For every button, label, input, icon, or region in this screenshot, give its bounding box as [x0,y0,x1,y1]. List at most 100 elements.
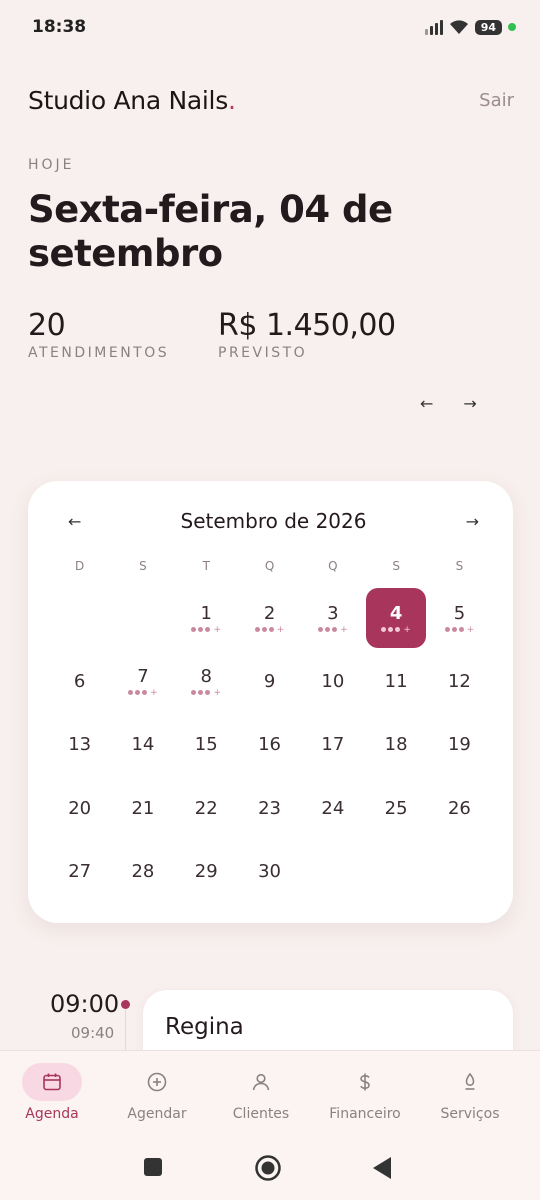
signal-icon [424,19,443,35]
calendar-day[interactable]: 12 [428,650,491,713]
appointment-dots: + [381,624,411,635]
calendar-day[interactable]: 30 [238,840,301,903]
previous-month-button[interactable]: ← [68,512,81,531]
calendar-day[interactable]: 6 [48,650,111,713]
calendar-day-number: 20 [68,797,92,819]
nav-item-agenda[interactable]: Agenda [0,1063,106,1122]
weekday-label: S [455,559,464,573]
dollar-icon [335,1063,395,1101]
calendar-day-number: 23 [258,797,281,819]
previous-day-button[interactable]: ← [420,394,433,413]
calendar-day-number: 19 [447,734,471,756]
appointment-dot [254,627,260,633]
calendar-day[interactable]: 13 [48,714,111,777]
more-appointments-marker: + [340,624,348,635]
calendar-day-selected[interactable]: 4 + [364,587,427,650]
calendar-day[interactable]: 18 [364,714,427,777]
appointment-dots: + [128,688,158,697]
calendar-day-number: 7 [137,665,149,687]
calendar-day[interactable]: 25 [364,777,427,840]
calendar-day[interactable]: 20 [48,777,111,840]
next-month-button[interactable]: → [466,512,479,531]
calendar-day-number: 17 [321,734,345,756]
appointment-dot [268,627,274,633]
calendar-day[interactable]: 2 + [238,587,301,650]
system-navigation-bar [0,1135,540,1200]
appointment-dot [381,627,387,633]
appointment-dot [451,627,457,633]
calendar-day-number: 9 [263,670,276,692]
nav-item-agendar[interactable]: Agendar [103,1063,211,1122]
calendar-header: ← Setembro de 2026 → [28,509,513,533]
calendar-day-number: 25 [384,797,408,819]
calendar-day-number: 30 [258,860,281,882]
calendar-day[interactable]: 10 [301,650,364,713]
next-day-button[interactable]: → [463,394,476,413]
app-header: Studio Ana Nails. Sair [28,86,514,115]
calendar-day[interactable]: 14 [111,714,174,777]
appointment-dots: + [191,688,221,697]
calendar-day[interactable]: 9 [238,650,301,713]
calendar-day[interactable]: 24 [301,777,364,840]
calendar-day[interactable]: 17 [301,714,364,777]
weekday-label: D [75,559,85,573]
calendar-day-number: 5 [453,602,466,624]
recents-button-icon[interactable] [143,1157,163,1177]
drop-icon [440,1063,500,1101]
appointment-dot [388,627,394,633]
timeline-dot [121,1000,130,1009]
appointment-dot [191,627,197,633]
calendar-day[interactable]: 19 [428,714,491,777]
appointment-dot [205,627,211,633]
nav-label-agendar: Agendar [127,1106,187,1122]
person-icon [231,1063,291,1101]
calendar-day[interactable]: 26 [428,777,491,840]
calendar-day[interactable]: 29 [175,840,238,903]
nav-label-clientes: Clientes [232,1106,290,1122]
calendar-day[interactable]: 21 [111,777,174,840]
appointment-dot [198,690,204,696]
brand-name: Studio Ana Nails [28,86,228,115]
appointment-dots: + [254,624,285,635]
calendar-day[interactable]: 16 [238,714,301,777]
calendar-day[interactable]: 1 + [175,587,238,650]
calendar-day[interactable]: 23 [238,777,301,840]
nav-item-financeiro[interactable]: Financeiro [311,1063,419,1122]
stat-forecast: R$ 1.450,00 PREVISTO [218,308,396,361]
calendar-day[interactable]: 22 [175,777,238,840]
privacy-dot-icon [508,23,516,31]
nav-item-servicos[interactable]: Serviços [416,1063,524,1122]
logout-button[interactable]: Sair [479,90,514,111]
plus-circle-icon [127,1063,187,1101]
more-appointments-marker: + [403,624,411,635]
calendar-day-number: 6 [73,670,86,692]
calendar-empty-cell [48,587,111,650]
agenda-timeline: 09:00 09:40 Regina [0,988,540,1050]
calendar-day-number: 22 [194,797,218,819]
appointment-dot [261,627,267,633]
calendar-day-number: 16 [258,734,281,756]
calendar-empty-cell [111,587,174,650]
calendar-day[interactable]: 15 [175,714,238,777]
more-appointments-marker: + [276,624,285,635]
appointment-dot [332,627,338,633]
appointment-card[interactable]: Regina [143,990,513,1050]
calendar-day[interactable]: 7 + [111,650,174,713]
appointment-dots: + [444,625,474,634]
calendar-day[interactable]: 11 [364,650,427,713]
calendar-day-number: 2 [263,602,276,624]
calendar-day[interactable]: 27 [48,840,111,903]
calendar-card: ← Setembro de 2026 → DSTQQSS 1 +2 +3 +4 +5 +6… [28,481,513,923]
calendar-weekdays: DSTQQSS [48,559,491,573]
home-button-icon[interactable] [254,1154,282,1182]
today-label: HOJE [28,157,75,173]
calendar-day[interactable]: 8 + [175,650,238,713]
appointment-start-time: 09:00 [50,990,120,1018]
calendar-day[interactable]: 28 [111,840,174,903]
calendar-day[interactable]: 3 + [301,587,364,650]
calendar-day[interactable]: 5 + [428,587,491,650]
calendar-icon [22,1063,82,1101]
nav-item-clientes[interactable]: Clientes [207,1063,315,1122]
calendar-day-number: 4 [389,602,403,624]
back-button-icon[interactable] [371,1156,393,1180]
